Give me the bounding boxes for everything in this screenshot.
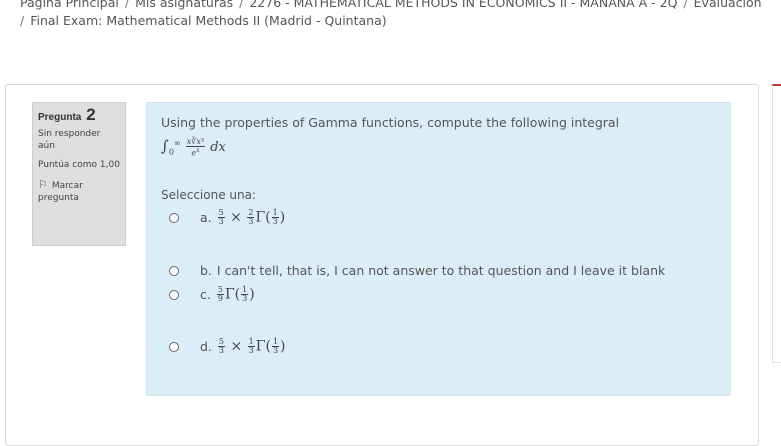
option-d-radio[interactable] xyxy=(169,341,179,352)
flag-icon: ⚐ xyxy=(38,178,48,191)
flag-question-link[interactable]: ⚐ Marcar pregunta xyxy=(38,179,120,204)
breadcrumb: Página Principal / Mis asignaturas/2276 - … xyxy=(20,0,781,30)
option-b[interactable]: b. I can't tell, that is, I can not answ… xyxy=(169,263,665,278)
question-text: Using the properties of Gamma functions,… xyxy=(161,115,620,130)
question-info-panel: Pregunta 2 Sin responder aún Puntúa como… xyxy=(32,102,126,246)
option-a-radio[interactable] xyxy=(169,212,179,223)
option-b-letter: b. xyxy=(200,263,212,278)
option-b-text: I can't tell, that is, I can not answer … xyxy=(216,263,666,278)
option-d[interactable]: d. 53 × 1 3 Γ(1 3) xyxy=(169,338,286,355)
option-a[interactable]: a. 53 × 2 3 Γ(1 3) xyxy=(169,209,285,226)
breadcrumb-current[interactable]: Final Exam: Mathematical Methods II (Mad… xyxy=(30,13,386,28)
question-formulation: Using the properties of Gamma functions,… xyxy=(146,102,731,396)
option-c-letter: c. xyxy=(200,287,211,302)
select-one-prompt: Seleccione una: xyxy=(161,188,256,202)
question-state: Sin responder aún xyxy=(38,129,101,151)
option-c[interactable]: c. 5 9 Γ(1 3) xyxy=(169,286,255,303)
breadcrumb-course[interactable]: 2276 - MATHEMATICAL METHODS IN ECONOMICS… xyxy=(249,0,677,10)
question-number: 2 xyxy=(86,105,96,124)
option-c-radio[interactable] xyxy=(169,289,179,300)
question-label: Pregunta xyxy=(38,112,82,123)
integral-expression: ∫0∞ x∛x³ ex dx xyxy=(161,136,226,158)
option-a-expression: 53 × 2 3 Γ(1 3) xyxy=(217,208,286,226)
quiz-navigation-panel xyxy=(772,84,781,363)
option-d-expression: 53 × 1 3 Γ(1 3) xyxy=(217,337,286,355)
question-grade: Puntúa como 1,00 xyxy=(38,160,120,170)
breadcrumb-my-courses[interactable]: Mis asignaturas xyxy=(135,0,233,10)
breadcrumb-home[interactable]: Página Principal xyxy=(20,0,119,10)
option-b-radio[interactable] xyxy=(169,265,179,276)
option-c-expression: 5 9 Γ(1 3) xyxy=(216,285,255,303)
option-d-letter: d. xyxy=(200,339,212,354)
breadcrumb-evaluation[interactable]: Evaluación xyxy=(694,0,762,10)
option-a-letter: a. xyxy=(200,210,212,225)
